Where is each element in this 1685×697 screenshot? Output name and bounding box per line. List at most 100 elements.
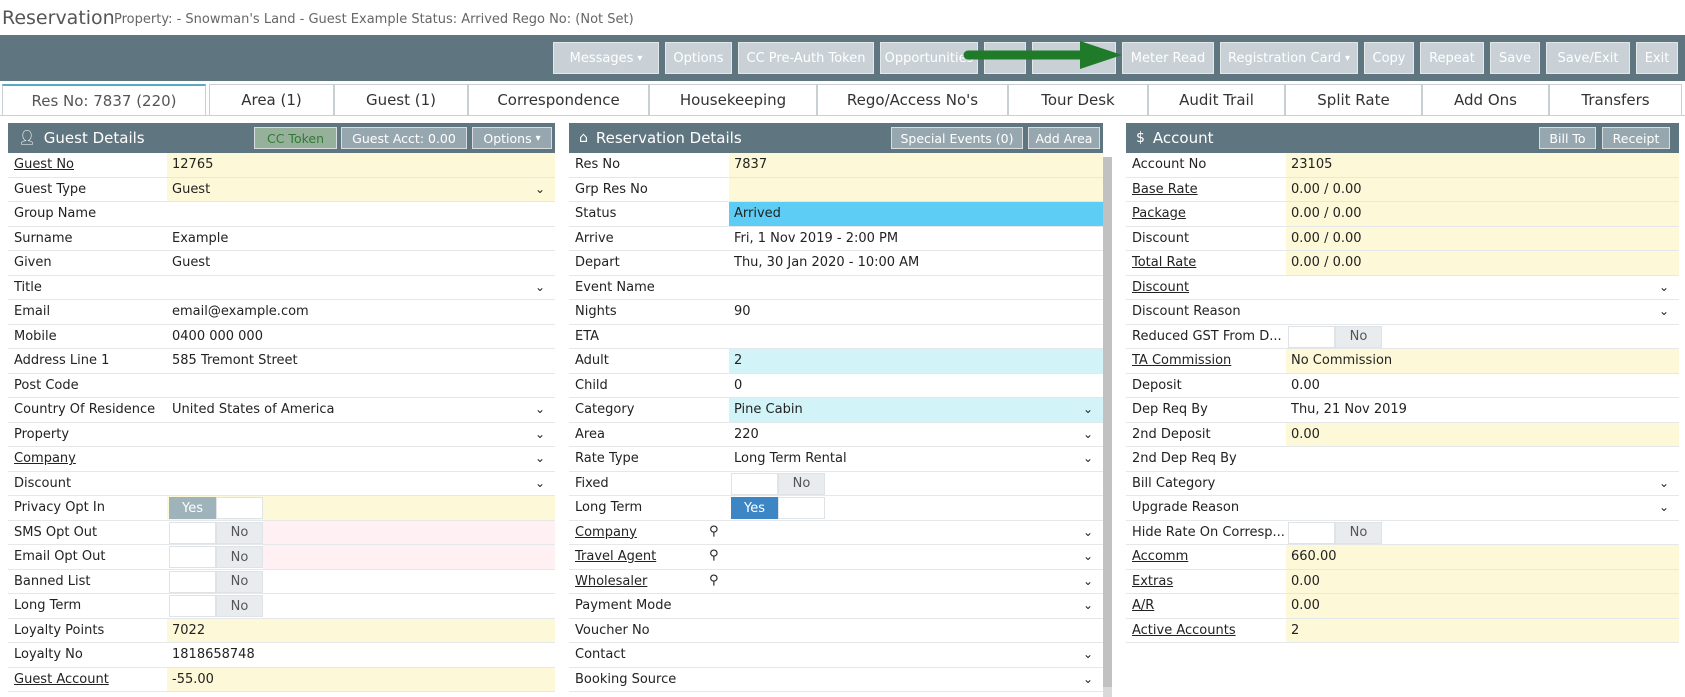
company-select[interactable]: ⌄ <box>167 447 555 471</box>
toggle-no[interactable]: No <box>778 472 825 495</box>
bill-to-button[interactable]: Bill To <box>1539 127 1596 149</box>
banned-list-toggle[interactable]: No <box>169 570 263 593</box>
nights-input[interactable]: 90 <box>729 300 1103 324</box>
base-rate-value[interactable]: 0.00 / 0.00 <box>1286 177 1679 201</box>
adult-input[interactable]: 2 <box>729 349 1103 373</box>
bill-category-select[interactable]: ⌄ <box>1286 472 1679 496</box>
upgrade-reason-select[interactable]: ⌄ <box>1286 496 1679 520</box>
scrollbar-thumb[interactable] <box>1103 157 1112 687</box>
payment-mode-select[interactable]: ⌄ <box>729 594 1103 618</box>
account-discount-select[interactable]: ⌄ <box>1286 276 1679 300</box>
ta-commission-value[interactable]: No Commission <box>1286 349 1679 373</box>
repeat-button[interactable]: Repeat <box>1420 42 1484 74</box>
field-label[interactable]: Company <box>8 447 167 471</box>
rate-type-select[interactable]: Long Term Rental ⌄ <box>729 447 1103 471</box>
travel-agent-select[interactable]: ⌄ <box>729 545 1103 569</box>
field-label[interactable]: Discount <box>1126 276 1286 300</box>
discount-reason-select[interactable]: ⌄ <box>1286 300 1679 324</box>
ar-value[interactable]: 0.00 <box>1286 594 1679 618</box>
tab-res-no[interactable]: Res No: 7837 (220) <box>2 84 206 115</box>
field-label[interactable]: Base Rate <box>1126 178 1286 202</box>
res-no-value[interactable]: 7837 <box>729 153 1103 177</box>
guest-account-value[interactable]: -55.00 <box>167 667 555 691</box>
toggle-no[interactable] <box>778 497 825 519</box>
status-badge[interactable]: Arrived <box>729 202 1103 226</box>
toggle-yes[interactable] <box>169 521 216 544</box>
company-res-select[interactable]: ⌄ <box>729 521 1103 545</box>
messages-button[interactable]: Messages ▾ <box>553 42 659 74</box>
toggle-no[interactable] <box>216 497 263 519</box>
long-term-res-toggle[interactable]: Yes <box>731 497 825 519</box>
depart-value[interactable]: Thu, 30 Jan 2020 - 10:00 AM <box>729 251 1103 275</box>
toggle-yes[interactable] <box>1288 521 1335 544</box>
toggle-yes[interactable] <box>731 472 778 495</box>
loyalty-no-value[interactable]: 1818658748 <box>167 643 555 667</box>
tab-rego-access[interactable]: Rego/Access No's <box>817 84 1008 115</box>
toggle-yes[interactable] <box>169 595 216 617</box>
toggle-no[interactable]: No <box>216 570 263 593</box>
toggle-no[interactable]: No <box>216 595 263 617</box>
reservation-scrollbar[interactable] <box>1103 157 1112 697</box>
field-label[interactable]: Travel Agent <box>569 545 729 569</box>
eta-input[interactable] <box>729 325 1103 349</box>
category-select[interactable]: Pine Cabin ⌄ <box>729 398 1103 422</box>
field-label[interactable]: Active Accounts <box>1126 619 1286 643</box>
child-input[interactable]: 0 <box>729 374 1103 398</box>
deposit-value[interactable]: 0.00 <box>1286 374 1679 398</box>
toggle-yes[interactable] <box>1288 325 1335 348</box>
exit-button[interactable]: Exit <box>1636 42 1678 74</box>
arrive-value[interactable]: Fri, 1 Nov 2019 - 2:00 PM <box>729 227 1103 251</box>
given-input[interactable]: Guest <box>167 251 555 275</box>
accomm-value[interactable]: 660.00 <box>1286 545 1679 569</box>
second-dep-req-by-value[interactable] <box>1286 447 1679 471</box>
address-input[interactable]: 585 Tremont Street <box>167 349 555 373</box>
save-exit-button[interactable]: Save/Exit <box>1546 42 1630 74</box>
extras-value[interactable]: 0.00 <box>1286 569 1679 593</box>
toggle-no[interactable]: No <box>216 546 263 568</box>
fixed-toggle[interactable]: No <box>731 472 825 495</box>
special-events-button[interactable]: Special Events (0) <box>891 127 1023 149</box>
event-name-input[interactable] <box>729 276 1103 300</box>
field-label[interactable]: Guest No <box>8 153 167 177</box>
booking-source-select[interactable]: ⌄ <box>729 668 1103 692</box>
post-code-input[interactable] <box>167 374 555 398</box>
cc-preauth-token-button[interactable]: CC Pre-Auth Token <box>738 42 874 74</box>
registration-card-button[interactable]: Registration Card ▾ <box>1220 42 1358 74</box>
guest-type-select[interactable]: Guest ⌄ <box>167 177 555 201</box>
discount-select[interactable]: ⌄ <box>167 472 555 496</box>
active-accounts-value[interactable]: 2 <box>1286 618 1679 642</box>
add-area-button[interactable]: Add Area <box>1028 127 1100 149</box>
toggle-yes[interactable]: Yes <box>731 497 778 519</box>
copy-button[interactable]: Copy <box>1364 42 1414 74</box>
discount-amount-value[interactable]: 0.00 / 0.00 <box>1286 226 1679 250</box>
toggle-no[interactable]: No <box>216 521 263 544</box>
field-label[interactable]: A/R <box>1126 594 1286 618</box>
toggle-yes[interactable] <box>169 570 216 593</box>
field-label[interactable]: Guest Account <box>8 668 167 692</box>
guest-options-button[interactable]: Options ▾ <box>472 127 552 149</box>
email-input[interactable]: email@example.com <box>167 300 555 324</box>
sms-opt-out-toggle[interactable]: No <box>169 521 263 544</box>
save-button[interactable]: Save <box>1490 42 1540 74</box>
dep-req-by-value[interactable]: Thu, 21 Nov 2019 <box>1286 398 1679 422</box>
tab-correspondence[interactable]: Correspondence <box>468 84 649 115</box>
toggle-yes[interactable] <box>169 546 216 568</box>
mobile-input[interactable]: 0400 000 000 <box>167 325 555 349</box>
reduced-gst-toggle[interactable]: No <box>1288 325 1382 348</box>
tab-guest[interactable]: Guest (1) <box>334 84 468 115</box>
long-term-toggle[interactable]: No <box>169 595 263 617</box>
total-rate-value[interactable]: 0.00 / 0.00 <box>1286 251 1679 275</box>
tab-audit-trail[interactable]: Audit Trail <box>1148 84 1285 115</box>
field-label[interactable]: Package <box>1126 202 1286 226</box>
tab-transfers[interactable]: Transfers <box>1549 84 1682 115</box>
meter-read-button[interactable]: Meter Read <box>1122 42 1214 74</box>
toggle-no[interactable]: No <box>1335 325 1382 348</box>
receipt-button[interactable]: Receipt <box>1602 127 1670 149</box>
hide-rate-toggle[interactable]: No <box>1288 521 1382 544</box>
field-label[interactable]: Extras <box>1126 570 1286 594</box>
wholesaler-select[interactable]: ⌄ <box>729 570 1103 594</box>
country-select[interactable]: United States of America ⌄ <box>167 398 555 422</box>
privacy-opt-in-toggle[interactable]: Yes <box>169 497 263 519</box>
field-label[interactable]: Wholesaler <box>569 570 729 594</box>
email-opt-out-toggle[interactable]: No <box>169 546 263 568</box>
